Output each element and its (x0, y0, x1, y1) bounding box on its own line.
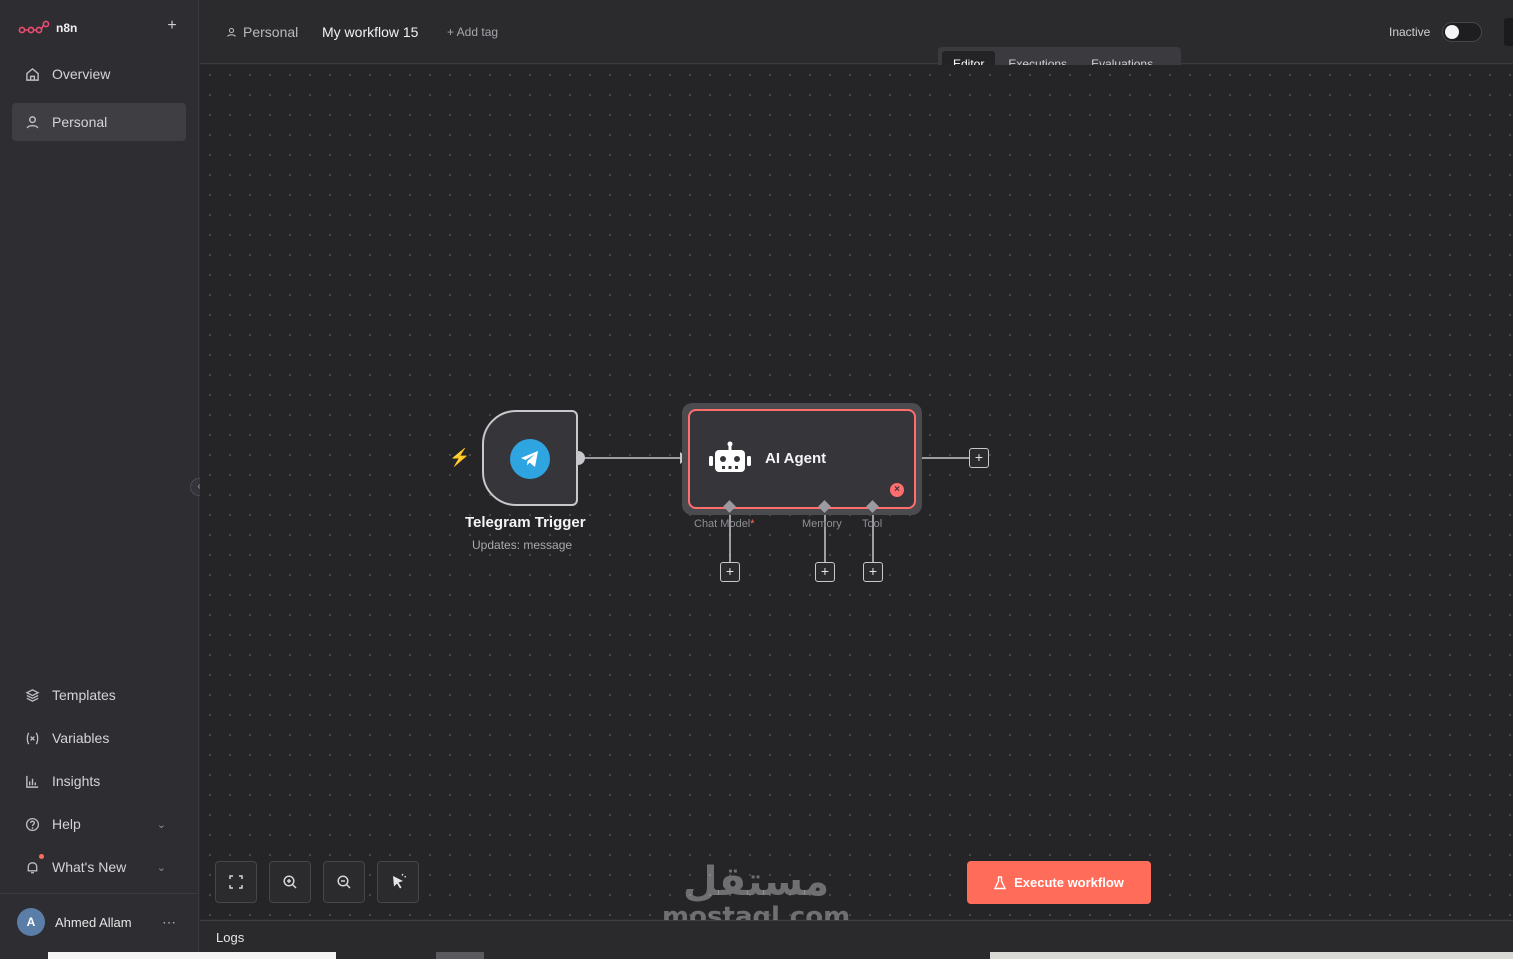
logs-label: Logs (216, 930, 245, 945)
execute-workflow-label: Execute workflow (1014, 875, 1124, 890)
zoom-out-button[interactable] (323, 861, 365, 903)
add-memory-button[interactable]: + (815, 562, 835, 582)
tool-port[interactable] (865, 499, 881, 515)
telegram-trigger-node[interactable] (482, 410, 578, 506)
add-chat-model-button[interactable]: + (720, 562, 740, 582)
add-next-node-button[interactable]: + (969, 448, 989, 468)
error-icon: × (890, 483, 904, 497)
ai-agent-title: AI Agent (765, 450, 827, 467)
watermark-arabic: مستقل (682, 859, 830, 905)
zoom-in-icon (283, 875, 297, 889)
tidy-up-icon (393, 873, 407, 889)
taskbar-strip-left (48, 952, 336, 959)
taskbar-strip-right (990, 952, 1513, 959)
telegram-icon (510, 439, 550, 479)
zoom-in-button[interactable] (269, 861, 311, 903)
mostaql-watermark: مستقل mostaql.com (662, 856, 850, 930)
tidy-up-button[interactable] (377, 861, 419, 903)
flask-icon (994, 875, 1007, 889)
fit-view-icon (229, 875, 243, 889)
chat-model-port[interactable] (722, 499, 738, 515)
trigger-bolt-icon: ⚡ (449, 448, 471, 467)
zoom-out-icon (337, 875, 351, 889)
port-label-memory: Memory (802, 518, 842, 530)
trigger-node-title: Telegram Trigger (465, 514, 586, 531)
required-marker: * (750, 518, 755, 530)
robot-icon (709, 441, 751, 472)
fit-view-button[interactable] (215, 861, 257, 903)
port-label-chat-model: Chat Model* (694, 518, 755, 530)
app-window: n8n + Overview Personal Templates Variab… (0, 0, 1513, 959)
add-tool-button[interactable]: + (863, 562, 883, 582)
trigger-node-subtitle: Updates: message (472, 538, 573, 552)
taskbar-strip-mid (436, 952, 484, 959)
port-label-tool: Tool (862, 518, 883, 530)
port-label-text: Chat Model (694, 518, 751, 530)
execute-workflow-button[interactable]: Execute workflow (967, 861, 1151, 904)
memory-port[interactable] (817, 499, 833, 515)
